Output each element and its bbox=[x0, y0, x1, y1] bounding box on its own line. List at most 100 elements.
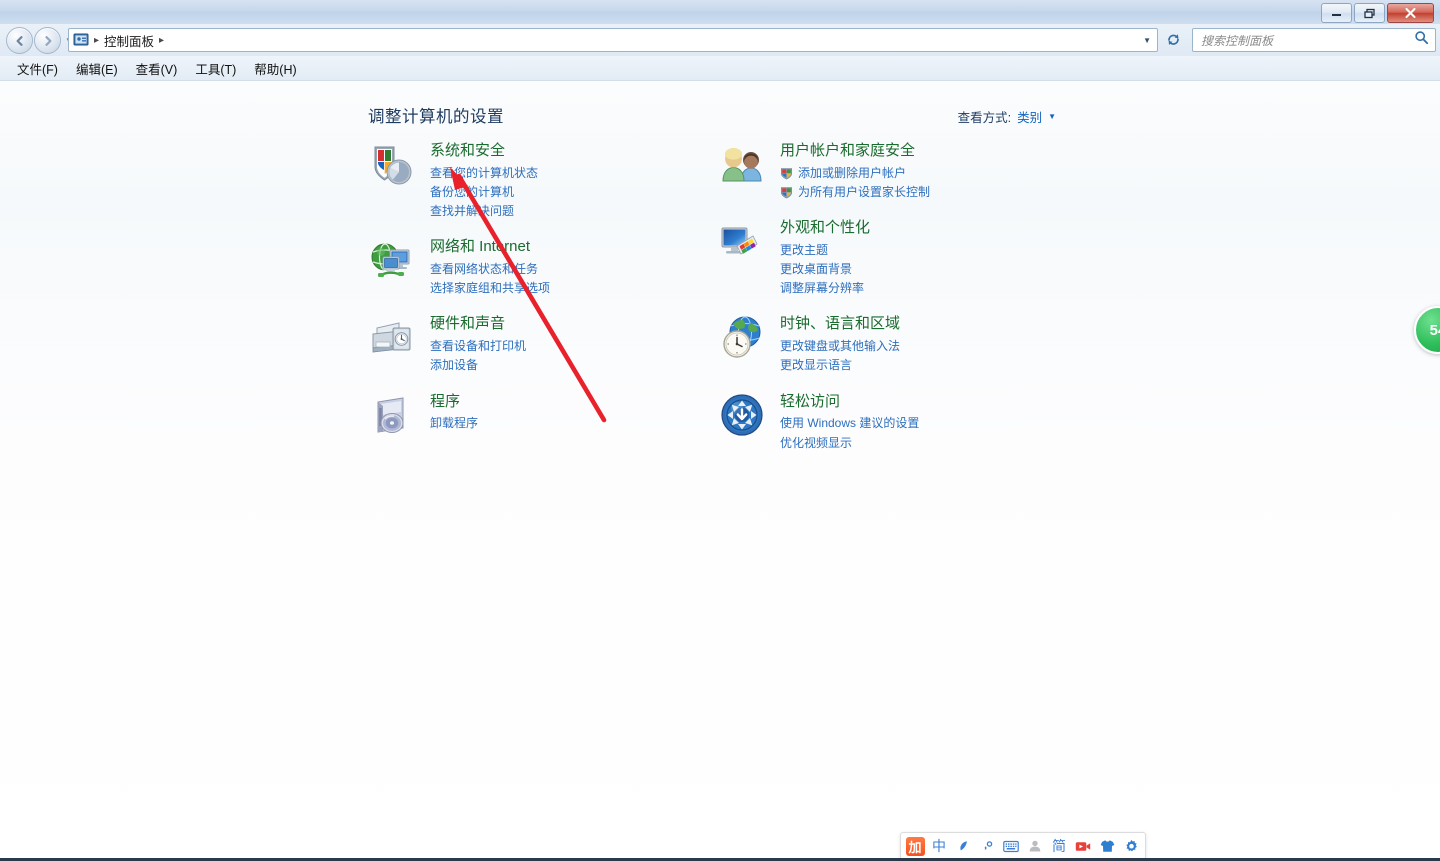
link-label: 使用 Windows 建议的设置 bbox=[780, 416, 920, 431]
address-bar-row: ▼ ▸ 控制面板 ▸ ▼ 搜索控制面板 bbox=[0, 24, 1440, 56]
category-title-system-and-security[interactable]: 系统和安全 bbox=[430, 142, 538, 161]
category-clock-language-region[interactable]: 时钟、语言和区域 更改键盘或其他输入法 更改显示语言 bbox=[718, 314, 978, 375]
link-change-display-language[interactable]: 更改显示语言 bbox=[780, 356, 900, 375]
category-title-appearance[interactable]: 外观和个性化 bbox=[780, 219, 870, 238]
link-label: 备份您的计算机 bbox=[430, 184, 515, 199]
link-label: 优化视频显示 bbox=[780, 435, 853, 450]
link-adjust-screen-resolution[interactable]: 调整屏幕分辨率 bbox=[780, 279, 870, 298]
ime-chinese-label: 中 bbox=[932, 838, 946, 854]
link-backup-computer[interactable]: 备份您的计算机 bbox=[430, 183, 538, 202]
maximize-restore-button[interactable] bbox=[1354, 3, 1385, 23]
category-title-network-and-internet[interactable]: 网络和 Internet bbox=[430, 238, 550, 257]
category-programs[interactable]: 程序 卸载程序 bbox=[368, 392, 708, 440]
ime-logo-icon[interactable]: 加 bbox=[905, 836, 925, 856]
category-title-clock-language-region[interactable]: 时钟、语言和区域 bbox=[780, 315, 900, 334]
category-body: 网络和 Internet 查看网络状态和任务 选择家庭组和共享选项 bbox=[430, 237, 550, 298]
menu-file[interactable]: 文件(F) bbox=[8, 57, 67, 80]
link-label: 添加设备 bbox=[430, 358, 479, 373]
link-change-keyboard-input[interactable]: 更改键盘或其他输入法 bbox=[780, 337, 900, 356]
link-label: 选择家庭组和共享选项 bbox=[430, 281, 551, 296]
ime-user-icon[interactable] bbox=[1025, 836, 1045, 856]
category-body: 外观和个性化 更改主题 更改桌面背景 调整屏幕分辨率 bbox=[780, 218, 870, 298]
breadcrumb-control-panel[interactable]: 控制面板 bbox=[104, 31, 154, 50]
search-input[interactable]: 搜索控制面板 bbox=[1201, 32, 1273, 49]
minimize-button[interactable] bbox=[1321, 3, 1352, 23]
link-label: 卸载程序 bbox=[430, 416, 479, 431]
link-add-remove-user-accounts[interactable]: 添加或删除用户帐户 bbox=[780, 164, 930, 183]
navigation-buttons: ▼ bbox=[6, 27, 73, 54]
link-change-desktop-background[interactable]: 更改桌面背景 bbox=[780, 260, 870, 279]
search-box[interactable]: 搜索控制面板 bbox=[1192, 28, 1436, 52]
ime-chinese-mode-button[interactable]: 中 bbox=[929, 836, 949, 856]
category-body: 时钟、语言和区域 更改键盘或其他输入法 更改显示语言 bbox=[780, 314, 900, 375]
category-column-right: 用户帐户和家庭安全 添加或删除用户帐户 为所有用户设置家长控制 外观和个性化 更… bbox=[718, 141, 978, 469]
category-appearance-and-personalization[interactable]: 外观和个性化 更改主题 更改桌面背景 调整屏幕分辨率 bbox=[718, 218, 978, 298]
ime-video-icon[interactable] bbox=[1073, 836, 1093, 856]
ime-moon-icon[interactable] bbox=[953, 836, 973, 856]
breadcrumb-separator-0: ▸ bbox=[94, 34, 100, 46]
category-user-accounts-and-family-safety[interactable]: 用户帐户和家庭安全 添加或删除用户帐户 为所有用户设置家长控制 bbox=[718, 141, 978, 202]
programs-cd-icon bbox=[368, 392, 416, 440]
ime-simplified-mode-button[interactable]: 简 bbox=[1049, 836, 1069, 856]
ime-skin-tshirt-icon[interactable] bbox=[1097, 836, 1117, 856]
link-uninstall-program[interactable]: 卸载程序 bbox=[430, 414, 478, 433]
display-palette-icon bbox=[718, 218, 766, 266]
window-title-bar bbox=[0, 0, 1440, 25]
ease-of-access-icon bbox=[718, 392, 766, 440]
category-body: 程序 卸载程序 bbox=[430, 392, 478, 440]
ime-simplified-label: 简 bbox=[1052, 838, 1066, 854]
breadcrumb-separator-1[interactable]: ▸ bbox=[159, 35, 164, 46]
control-panel-content: 调整计算机的设置 查看方式: 类别 ▼ 系统和安全 查看您的计算机状态 备份您的… bbox=[0, 81, 1440, 861]
ime-settings-gear-icon[interactable] bbox=[1121, 836, 1141, 856]
category-title-hardware-and-sound[interactable]: 硬件和声音 bbox=[430, 315, 526, 334]
category-body: 硬件和声音 查看设备和打印机 添加设备 bbox=[430, 314, 526, 375]
link-add-device[interactable]: 添加设备 bbox=[430, 356, 526, 375]
link-use-windows-suggested-settings[interactable]: 使用 Windows 建议的设置 bbox=[780, 414, 919, 433]
uac-shield-icon bbox=[780, 167, 793, 180]
category-body: 系统和安全 查看您的计算机状态 备份您的计算机 查找并解决问题 bbox=[430, 141, 538, 221]
view-by-control: 查看方式: 类别 ▼ bbox=[958, 107, 1056, 126]
category-column-left: 系统和安全 查看您的计算机状态 备份您的计算机 查找并解决问题 网络和 Inte… bbox=[368, 141, 708, 456]
menu-edit[interactable]: 编辑(E) bbox=[67, 57, 127, 80]
close-button[interactable] bbox=[1387, 3, 1434, 23]
link-change-theme[interactable]: 更改主题 bbox=[780, 241, 870, 260]
link-view-computer-status[interactable]: 查看您的计算机状态 bbox=[430, 164, 538, 183]
link-view-devices-and-printers[interactable]: 查看设备和打印机 bbox=[430, 337, 526, 356]
network-globe-icon bbox=[368, 237, 416, 285]
chevron-down-icon[interactable]: ▼ bbox=[1048, 112, 1056, 121]
category-network-and-internet[interactable]: 网络和 Internet 查看网络状态和任务 选择家庭组和共享选项 bbox=[368, 237, 708, 298]
link-optimize-visual-display[interactable]: 优化视频显示 bbox=[780, 434, 919, 453]
link-set-parental-controls[interactable]: 为所有用户设置家长控制 bbox=[780, 183, 930, 202]
link-label: 查找并解决问题 bbox=[430, 204, 515, 219]
control-panel-icon bbox=[73, 32, 89, 48]
ime-logo-glyph: 加 bbox=[905, 836, 925, 856]
view-by-value[interactable]: 类别 bbox=[1017, 107, 1042, 126]
category-hardware-and-sound[interactable]: 硬件和声音 查看设备和打印机 添加设备 bbox=[368, 314, 708, 375]
category-system-and-security[interactable]: 系统和安全 查看您的计算机状态 备份您的计算机 查找并解决问题 bbox=[368, 141, 708, 221]
link-label: 更改键盘或其他输入法 bbox=[780, 339, 901, 354]
menu-bar: 文件(F) 编辑(E) 查看(V) 工具(T) 帮助(H) bbox=[0, 56, 1440, 81]
link-view-network-status[interactable]: 查看网络状态和任务 bbox=[430, 260, 550, 279]
category-title-programs[interactable]: 程序 bbox=[430, 393, 478, 412]
users-icon bbox=[718, 141, 766, 189]
category-title-user-accounts[interactable]: 用户帐户和家庭安全 bbox=[780, 142, 930, 161]
menu-tools[interactable]: 工具(T) bbox=[186, 57, 245, 80]
refresh-button[interactable] bbox=[1162, 28, 1184, 50]
link-find-and-fix-problems[interactable]: 查找并解决问题 bbox=[430, 202, 538, 221]
category-body: 轻松访问 使用 Windows 建议的设置 优化视频显示 bbox=[780, 392, 919, 453]
ime-keyboard-icon[interactable] bbox=[1001, 836, 1021, 856]
link-choose-homegroup-sharing[interactable]: 选择家庭组和共享选项 bbox=[430, 279, 550, 298]
link-label: 调整屏幕分辨率 bbox=[780, 281, 865, 296]
address-dropdown-caret-icon[interactable]: ▼ bbox=[1143, 36, 1151, 45]
back-button[interactable] bbox=[6, 27, 33, 54]
category-ease-of-access[interactable]: 轻松访问 使用 Windows 建议的设置 优化视频显示 bbox=[718, 392, 978, 453]
menu-view[interactable]: 查看(V) bbox=[127, 57, 187, 80]
category-title-ease-of-access[interactable]: 轻松访问 bbox=[780, 393, 919, 412]
search-icon[interactable] bbox=[1414, 30, 1429, 50]
forward-button[interactable] bbox=[34, 27, 61, 54]
address-bar[interactable]: ▸ 控制面板 ▸ ▼ bbox=[68, 28, 1158, 52]
link-label: 更改桌面背景 bbox=[780, 262, 853, 277]
link-label: 更改主题 bbox=[780, 242, 829, 257]
ime-punctuation-icon[interactable] bbox=[977, 836, 997, 856]
menu-help[interactable]: 帮助(H) bbox=[245, 57, 305, 80]
